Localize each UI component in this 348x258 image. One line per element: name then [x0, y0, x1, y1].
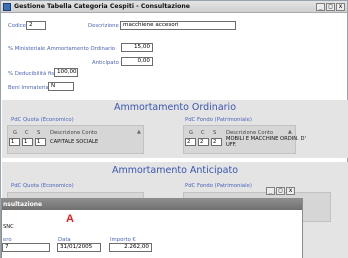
app-icon — [3, 3, 11, 11]
fondo-scroll-up-icon[interactable]: ▲ — [288, 129, 292, 135]
fondo-c-cell[interactable]: 2 — [198, 138, 209, 146]
fondo-desc-line2: UFF. — [226, 142, 237, 148]
close-button[interactable]: x — [336, 3, 345, 11]
popup-snc-text: SNC — [3, 224, 14, 230]
fondo-col-s: S — [213, 130, 217, 136]
ordinario-section: Ammortamento Ordinario PdC Quota (Econom… — [2, 100, 348, 158]
beni-immateriali-input[interactable]: N — [48, 82, 74, 91]
fondo-col-c: C — [201, 130, 205, 136]
quota-s-cell[interactable]: 1 — [35, 138, 46, 146]
quota-col-c: C — [25, 130, 29, 136]
minimize-button[interactable]: _ — [316, 3, 325, 11]
main-window: Gestione Tabella Categoria Cespiti - Con… — [0, 0, 348, 258]
popup-importo-input[interactable]: 2.262,00 — [109, 243, 152, 252]
deducibilita-input[interactable]: 100,00 — [54, 68, 78, 77]
anticipato-pdc-quota-label: PdC Quota (Economico) — [11, 183, 74, 189]
quota-col-desc: Descrizione Conto — [50, 130, 98, 136]
descrizione-input[interactable]: macchiene accesori — [120, 21, 236, 30]
fondo-desc-line1: MOBILI E MACCHINE ORDIN. D' — [226, 136, 306, 142]
quota-col-s: S — [37, 130, 41, 136]
window-controls: _ □ x — [316, 3, 345, 11]
ordinario-title: Ammortamento Ordinario — [113, 102, 237, 113]
anticipato-pdc-fondo-label: PdC Fondo (Patrimoniale) — [185, 183, 252, 189]
popup-window-controls: _ □ x — [266, 187, 295, 195]
ordinario-pdc-fondo-label: PdC Fondo (Patrimoniale) — [185, 117, 252, 123]
descrizione-label: Descrizione — [88, 23, 119, 29]
perc-ministeriale-input[interactable]: 15,00 — [121, 43, 153, 52]
title-bar: Gestione Tabella Categoria Cespiti - Con… — [1, 1, 347, 13]
maximize-button[interactable]: □ — [326, 3, 335, 11]
anticipato-title: Ammortamento Anticipato — [111, 165, 239, 176]
popup-status-badge: A — [66, 213, 74, 225]
popup-close-button[interactable]: x — [286, 187, 295, 195]
popup-numero-input[interactable]: 7 — [2, 243, 50, 252]
anticipato-label: Anticipato — [92, 60, 119, 66]
fondo-s-cell[interactable]: 2 — [211, 138, 222, 146]
anticipato-input[interactable]: 0,00 — [121, 57, 153, 66]
fondo-g-cell[interactable]: 2 — [185, 138, 196, 146]
quota-scroll-up-icon[interactable]: ▲ — [137, 129, 141, 135]
popup-title: nsultazione — [3, 201, 43, 208]
quota-account-grid: G C S Descrizione Conto ▲ 1 1 1 CAPITALE… — [7, 125, 144, 154]
popup-data-input[interactable]: 31/01/2005 — [57, 243, 101, 252]
fondo-account-grid: G C S Descrizione Conto ▲ 2 2 2 MOBILI E… — [183, 125, 306, 154]
popup-maximize-button[interactable]: □ — [276, 187, 285, 195]
window-title: Gestione Tabella Categoria Cespiti - Con… — [14, 3, 190, 10]
codice-label: Codice — [8, 23, 26, 29]
ordinario-pdc-quota-label: PdC Quota (Economico) — [11, 117, 74, 123]
fondo-col-g: G — [189, 130, 194, 136]
codice-input[interactable]: 2 — [26, 21, 46, 30]
quota-col-g: G — [13, 130, 18, 136]
quota-c-cell[interactable]: 1 — [22, 138, 33, 146]
popup-title-bar: nsultazione — [2, 199, 302, 210]
consultation-popup: nsultazione _ □ x A SNC ero 7 Data 31/01… — [1, 187, 303, 258]
quota-desc-cell: CAPITALE SOCIALE — [50, 139, 99, 145]
popup-minimize-button[interactable]: _ — [266, 187, 275, 195]
perc-ministeriale-label: % Ministeriale Ammortamento Ordinario — [8, 46, 116, 52]
quota-g-cell[interactable]: 1 — [9, 138, 20, 146]
